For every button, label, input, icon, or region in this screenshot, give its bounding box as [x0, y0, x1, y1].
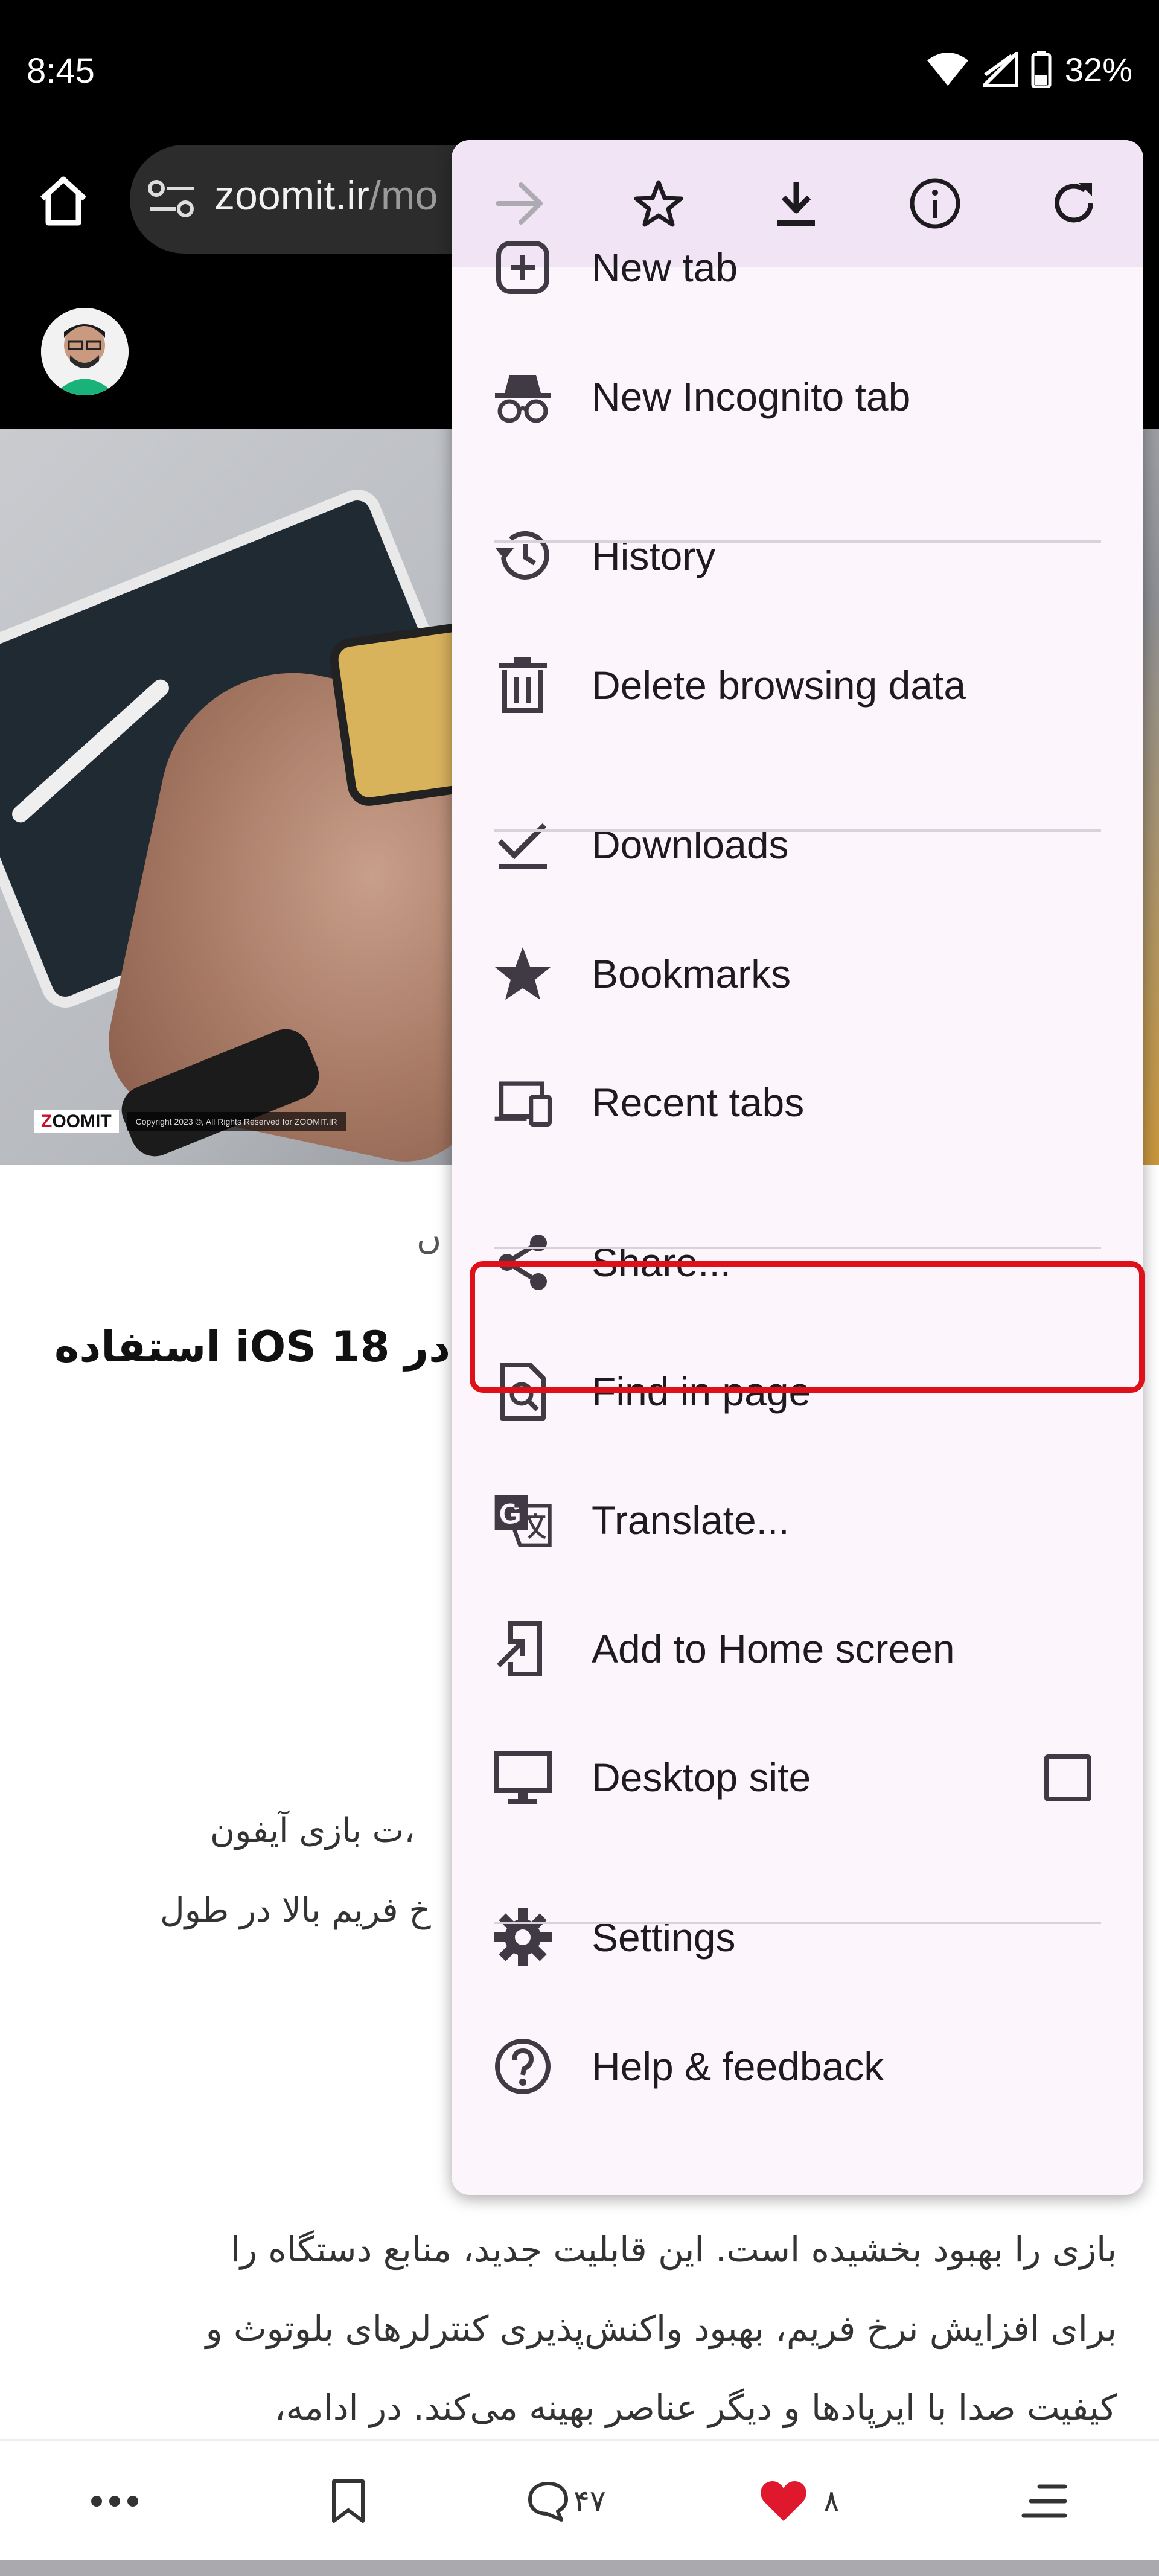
menu-item-delete-browsing-data[interactable]: Delete browsing data — [452, 621, 1143, 750]
article-text-fragment: ت بازی آیفون، — [210, 1811, 415, 1850]
menu-item-label: Share... — [592, 1240, 732, 1285]
menu-item-label: Bookmarks — [592, 951, 791, 996]
desktop-icon — [493, 1747, 553, 1807]
desktop-site-checkbox[interactable] — [1044, 1754, 1091, 1801]
home-button[interactable] — [36, 173, 91, 228]
menu-item-find-in-page[interactable]: Find in page — [452, 1328, 1143, 1456]
system-nav-bar — [0, 2560, 1159, 2576]
menu-item-new-tab[interactable]: New tab — [452, 203, 1143, 332]
menu-item-add-to-home-screen[interactable]: Add to Home screen — [452, 1585, 1143, 1713]
comment-icon — [528, 2482, 568, 2522]
more-button[interactable] — [91, 2441, 139, 2562]
menu-item-label: New Incognito tab — [592, 374, 911, 419]
battery-icon — [1031, 51, 1052, 88]
find-in-page-icon — [493, 1361, 553, 1422]
menu-item-label: History — [592, 534, 716, 578]
like-button[interactable]: ۸ — [759, 2441, 840, 2562]
incognito-icon — [493, 366, 553, 427]
help-icon — [493, 2036, 553, 2097]
menu-item-label: Desktop site — [592, 1755, 811, 1800]
battery-percent: 32% — [1064, 50, 1132, 89]
hero-watermark: ZOOMIT Copyright 2023 ©, All Rights Rese… — [34, 1110, 346, 1134]
cell-signal-icon — [982, 52, 1018, 87]
more-icon — [91, 2496, 138, 2507]
article-title: استفاده iOS 18 در G — [54, 1322, 500, 1372]
comments-button[interactable]: ۴۷ — [526, 2441, 606, 2562]
article-bottom-bar: ۴۷ ۸ — [0, 2439, 1159, 2560]
avatar[interactable] — [41, 308, 129, 395]
menu-item-settings[interactable]: Settings — [452, 1873, 1143, 2002]
downloads-icon — [493, 814, 553, 875]
translate-icon: G — [493, 1490, 553, 1550]
menu-item-downloads[interactable]: Downloads — [452, 781, 1143, 909]
menu-item-bookmarks[interactable]: Bookmarks — [452, 910, 1143, 1038]
status-icons: 32% — [926, 48, 1132, 91]
new-tab-icon — [493, 237, 553, 298]
comments-count: ۴۷ — [573, 2484, 606, 2519]
bookmark-icon — [332, 2479, 365, 2523]
status-bar: 8:45 32% — [0, 0, 1159, 145]
menu-divider — [494, 1922, 1101, 1924]
url-text: zoomit.ir/mo — [214, 172, 438, 219]
menu-item-history[interactable]: History — [452, 492, 1143, 621]
menu-icon — [1021, 2484, 1067, 2518]
menu-divider — [494, 540, 1101, 543]
svg-text:G: G — [499, 1498, 522, 1530]
menu-item-help-feedback[interactable]: Help & feedback — [452, 2002, 1143, 2131]
menu-item-desktop-site[interactable]: Desktop site — [452, 1713, 1143, 1842]
recent-tabs-icon — [493, 1072, 553, 1133]
status-time: 8:45 — [27, 51, 95, 91]
menu-divider — [494, 1247, 1101, 1249]
bookmarks-icon — [493, 944, 553, 1004]
menu-divider — [494, 829, 1101, 832]
trash-icon — [493, 655, 553, 715]
zoomit-logo: ZOOMIT — [34, 1110, 119, 1133]
menu-item-label: Settings — [592, 1915, 736, 1960]
article-text-fragment: خ فریم بالا در طول — [160, 1891, 431, 1930]
menu-item-translate[interactable]: G Translate... — [452, 1456, 1143, 1585]
menu-item-label: Recent tabs — [592, 1080, 805, 1125]
share-icon — [493, 1232, 553, 1293]
site-settings-icon[interactable] — [148, 180, 196, 217]
menu-item-label: Add to Home screen — [592, 1626, 955, 1671]
menu-button[interactable] — [1021, 2441, 1067, 2562]
menu-item-share[interactable]: Share... — [452, 1198, 1143, 1327]
hero-copyright: Copyright 2023 ©, All Rights Reserved fo… — [127, 1112, 346, 1131]
menu-item-label: Translate... — [592, 1498, 790, 1542]
menu-item-label: Find in page — [592, 1369, 811, 1414]
settings-icon — [493, 1907, 553, 1967]
paragraph-line: کیفیت صدا با ایرپادها و دیگر عناصر بهینه… — [274, 2387, 1117, 2428]
paragraph-line: بازی را بهبود بخشیده است. این قابلیت جدی… — [230, 2229, 1117, 2270]
bookmark-button[interactable] — [331, 2441, 366, 2562]
menu-item-recent-tabs[interactable]: Recent tabs — [452, 1038, 1143, 1167]
history-icon — [493, 526, 553, 586]
menu-item-label: Downloads — [592, 822, 789, 867]
menu-item-label: Help & feedback — [592, 2044, 884, 2089]
menu-item-label: New tab — [592, 245, 738, 290]
article-meta: ں — [417, 1218, 442, 1258]
menu-item-label: Delete browsing data — [592, 663, 966, 708]
likes-count: ۸ — [823, 2484, 840, 2519]
url-path: /mo — [369, 173, 438, 219]
url-host: zoomit.ir — [214, 173, 369, 219]
heart-icon — [761, 2481, 806, 2521]
menu-item-new-incognito-tab[interactable]: New Incognito tab — [452, 333, 1143, 461]
wifi-icon — [927, 53, 968, 86]
paragraph-line: برای افزایش نرخ فریم، بهبود واکنش‌پذیری … — [205, 2308, 1117, 2349]
add-to-home-icon — [493, 1619, 553, 1679]
home-icon — [40, 176, 87, 226]
